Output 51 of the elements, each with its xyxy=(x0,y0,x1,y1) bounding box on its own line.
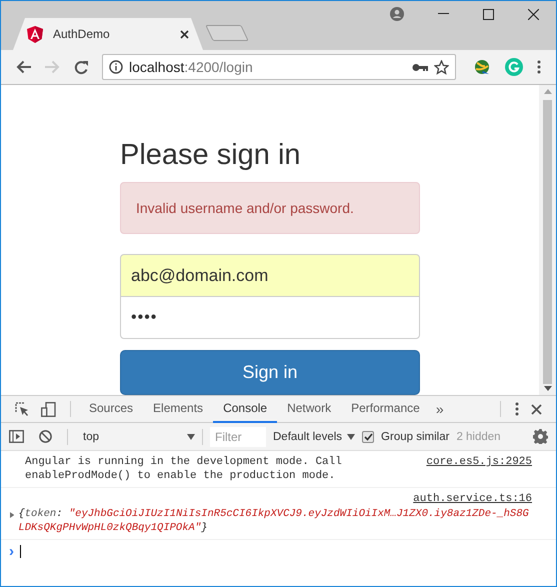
key-icon[interactable] xyxy=(412,62,428,72)
console-message: Angular is running in the development mode. Call enableProdMode() to enable the production mode. xyxy=(25,455,343,483)
checkbox-label[interactable]: Group similar xyxy=(381,430,450,442)
info-icon[interactable] xyxy=(109,60,123,74)
address-bar[interactable]: localhost:4200/login xyxy=(102,54,456,80)
close-icon[interactable] xyxy=(531,404,542,414)
close-icon[interactable] xyxy=(180,30,189,38)
settings-icon[interactable] xyxy=(533,429,548,444)
sign-in-button[interactable]: Sign in xyxy=(120,350,420,395)
devtools-tab[interactable]: Network xyxy=(277,396,342,423)
devtools-tab[interactable]: Performance xyxy=(341,396,430,423)
browser-tab[interactable]: AuthDemo xyxy=(13,18,203,50)
reload-icon[interactable] xyxy=(74,60,89,74)
close-icon[interactable] xyxy=(528,8,539,20)
text-cursor xyxy=(20,545,21,558)
object-preview[interactable]: {token: "eyJhbGciOiJIUzI1NiIsInR5cCI6IkpXVCJ9.eyJzdWIiOiIxM…J1ZX0.iy8az1ZDe-_hS8GLDKsQKgPHvWpHL0zkQBqy1QIPOkA"} xyxy=(18,507,532,535)
devtools-tab[interactable]: Elements xyxy=(143,396,214,423)
shield-logo-icon xyxy=(27,26,43,42)
minimize-icon[interactable] xyxy=(438,13,449,15)
group-similar-checkbox[interactable] xyxy=(362,430,374,442)
maximize-icon[interactable] xyxy=(483,8,494,20)
devtools-tab[interactable]: Sources xyxy=(79,396,144,423)
sidebar-toggle-icon[interactable] xyxy=(9,430,24,443)
page-heading: Please sign in xyxy=(120,138,302,173)
email-field[interactable]: abc@domain.com xyxy=(120,254,420,297)
expand-icon[interactable] xyxy=(10,511,14,519)
dropdown-icon xyxy=(187,434,195,440)
url-text: localhost:4200/login xyxy=(129,59,254,75)
more-options-icon[interactable] xyxy=(515,402,519,416)
context-selector[interactable]: top xyxy=(83,430,195,442)
error-alert: Invalid username and/or password. xyxy=(120,182,420,234)
filter-field[interactable]: Filter xyxy=(210,426,266,446)
dropdown-icon xyxy=(347,434,356,440)
tab-title: AuthDemo xyxy=(53,27,111,41)
source-link[interactable]: core.es5.js:2925 xyxy=(426,455,532,469)
inspect-icon[interactable] xyxy=(15,402,29,416)
scrollbar-thumb[interactable] xyxy=(543,100,552,384)
device-icon[interactable] xyxy=(41,402,56,416)
menu-icon[interactable] xyxy=(537,60,541,74)
globe-extension-icon[interactable] xyxy=(473,59,491,75)
source-link[interactable]: auth.service.ts:16 xyxy=(413,492,532,506)
more-tabs-button[interactable]: » xyxy=(430,401,450,417)
password-field[interactable]: •••• xyxy=(120,296,420,339)
profile-icon[interactable] xyxy=(390,7,404,21)
star-icon[interactable] xyxy=(434,60,449,74)
levels-dropdown[interactable]: Default levels xyxy=(273,430,356,442)
scroll-down-icon[interactable] xyxy=(544,386,552,391)
clear-console-icon[interactable] xyxy=(39,430,52,443)
prompt-icon: › xyxy=(9,543,14,560)
back-icon[interactable] xyxy=(16,60,31,74)
hidden-count: 2 hidden xyxy=(456,430,501,442)
